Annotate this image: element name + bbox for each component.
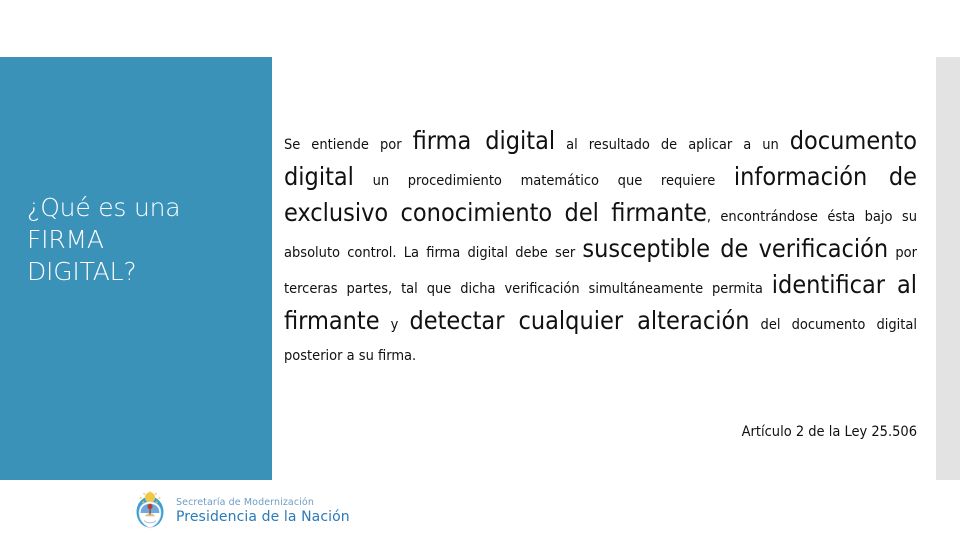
slide-canvas: ¿Qué es una FIRMA DIGITAL? Se entiende p… bbox=[0, 0, 960, 540]
source-attribution: Artículo 2 de la Ley 25.506 bbox=[741, 424, 917, 440]
page-title-line-1: ¿Qué es una bbox=[27, 193, 181, 222]
body-paragraph: Se entiende por firma digital al resulta… bbox=[284, 125, 917, 372]
body-run-3: al resultado de aplicar a un bbox=[555, 137, 790, 153]
right-accent-strip bbox=[936, 57, 960, 480]
footer-logo-line-2: Presidencia de la Nación bbox=[176, 508, 350, 525]
footer-logo: Secretaría de Modernización Presidencia … bbox=[133, 491, 350, 531]
body-run-5: un procedimiento matemático que requiere bbox=[353, 173, 734, 189]
page-title-line-2: FIRMA bbox=[27, 225, 104, 254]
body-run-1: Se entiende por bbox=[284, 137, 413, 153]
footer-logo-line-1: Secretaría de Modernización bbox=[176, 497, 314, 509]
body-run-emphasis-firma-digital: firma digital bbox=[412, 126, 556, 155]
body-run-emphasis-verificacion: susceptible de verificación bbox=[582, 234, 889, 263]
argentina-coat-of-arms-icon bbox=[136, 491, 164, 529]
body-run-emphasis-detectar: detectar cualquier alteración bbox=[409, 306, 750, 335]
body-run-11: y bbox=[379, 317, 410, 333]
title-panel: ¿Qué es una FIRMA DIGITAL? bbox=[0, 57, 272, 480]
page-title: ¿Qué es una FIRMA DIGITAL? bbox=[27, 192, 252, 288]
page-title-line-3: DIGITAL? bbox=[27, 257, 137, 286]
footer-logo-text: Secretaría de Modernización Presidencia … bbox=[176, 498, 350, 524]
